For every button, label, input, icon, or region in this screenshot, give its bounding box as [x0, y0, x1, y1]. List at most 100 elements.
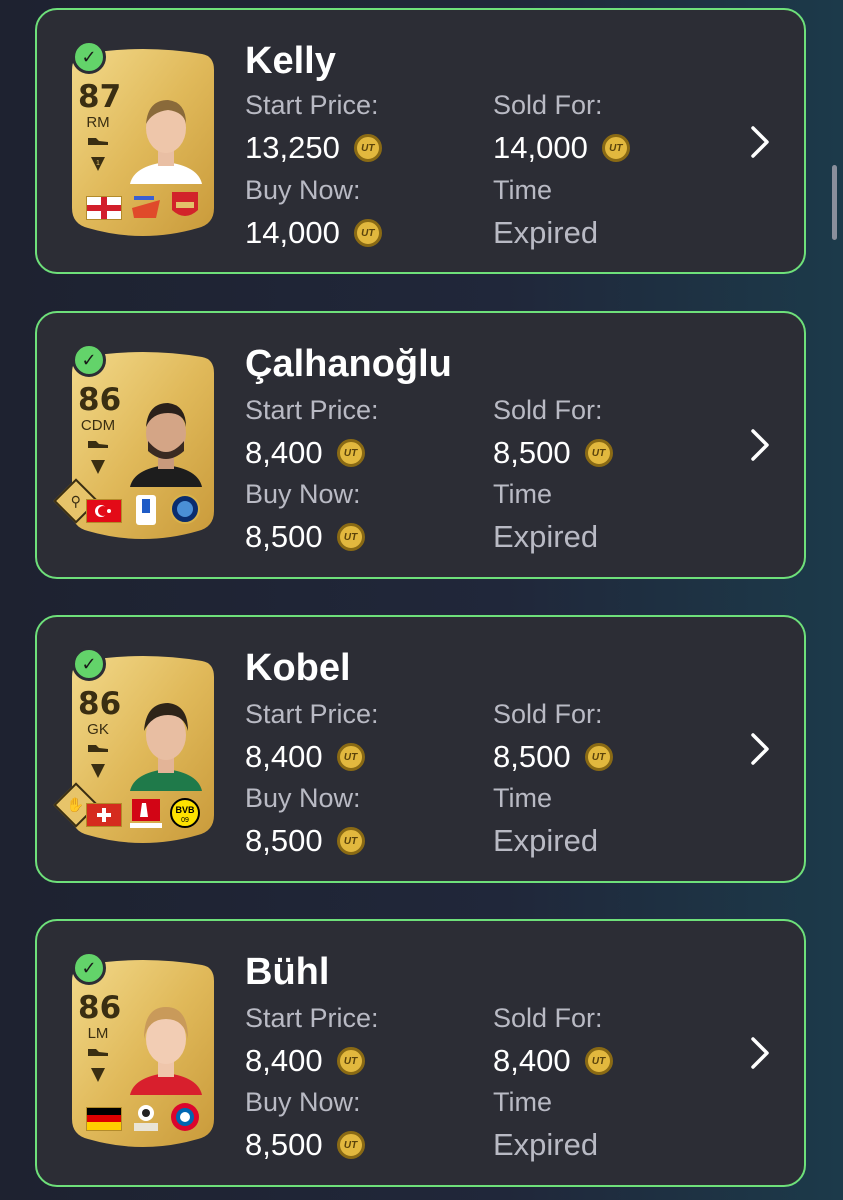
time-value: Expired: [493, 823, 599, 858]
player-rating: 86: [78, 686, 122, 722]
player-card: ✓ 86 CDM ⚲: [53, 343, 214, 543]
sold-for-label: Sold For:: [493, 699, 603, 729]
svg-text:1: 1: [96, 160, 100, 167]
svg-text:09: 09: [181, 817, 189, 824]
buy-now-value: 8,500 UT: [245, 823, 365, 859]
club-badge-icon: [170, 494, 200, 524]
check-icon: ✓: [72, 647, 106, 681]
coin-icon: UT: [336, 1047, 365, 1075]
flag-england-icon: [86, 196, 122, 220]
start-price-value: 8,400 UT: [245, 1043, 365, 1079]
time-label: Time: [493, 1087, 552, 1117]
boot-icon: [88, 1049, 108, 1056]
flag-turkey-icon: [86, 499, 122, 523]
player-name: Bühl: [245, 951, 330, 993]
level-icon: [91, 460, 105, 474]
buy-now-label: Buy Now:: [245, 479, 361, 509]
sold-for-label: Sold For:: [493, 395, 603, 425]
start-price-label: Start Price:: [245, 1003, 379, 1033]
time-label: Time: [493, 479, 552, 509]
chevron-right-icon[interactable]: [749, 1035, 771, 1071]
player-card: ✓ 87 RM 1: [72, 40, 214, 240]
sold-for-value: 8,500 UT: [493, 435, 613, 471]
league-badge-icon: [136, 495, 156, 525]
start-price-value: 13,250 UT: [245, 130, 382, 166]
flag-switzerland-icon: [86, 803, 122, 827]
club-badge-icon: [172, 192, 198, 216]
player-card: ✓ 86 GK ✋ BVB 09: [53, 647, 214, 847]
club-badge-icon: [171, 1103, 199, 1131]
player-position: RM: [86, 114, 110, 131]
level-icon: 1: [91, 157, 105, 171]
start-price-value: 8,400 UT: [245, 435, 365, 471]
chevron-right-icon[interactable]: [749, 731, 771, 767]
league-badge-icon: [130, 799, 162, 828]
player-card: ✓ 86 LM: [72, 951, 214, 1151]
player-name: Kelly: [245, 40, 336, 82]
player-rating: 87: [78, 79, 122, 115]
time-value: Expired: [493, 519, 599, 554]
player-portrait: [124, 387, 208, 487]
coin-icon: UT: [584, 1047, 613, 1075]
player-name: Kobel: [245, 647, 351, 689]
league-badge-icon: [132, 196, 160, 218]
chevron-right-icon[interactable]: [749, 427, 771, 463]
sold-for-value: 8,500 UT: [493, 739, 613, 775]
player-position: GK: [87, 721, 109, 738]
boot-icon: [88, 441, 108, 448]
chevron-right-icon[interactable]: [749, 124, 771, 160]
check-icon: ✓: [72, 40, 106, 74]
start-price-label: Start Price:: [245, 699, 379, 729]
start-price-label: Start Price:: [245, 395, 379, 425]
start-price-label: Start Price:: [245, 90, 379, 120]
player-rating: 86: [78, 382, 122, 418]
player-name: Çalhanoğlu: [245, 343, 452, 385]
buy-now-label: Buy Now:: [245, 175, 361, 205]
buy-now-value: 8,500 UT: [245, 1127, 365, 1163]
coin-icon: UT: [336, 1131, 365, 1159]
club-badge-icon: BVB 09: [170, 798, 200, 828]
svg-text:BVB: BVB: [175, 805, 195, 815]
buy-now-value: 14,000 UT: [245, 215, 382, 251]
boot-icon: [88, 138, 108, 145]
player-portrait: [124, 691, 208, 791]
league-badge-icon: [134, 1105, 158, 1131]
coin-icon: UT: [584, 439, 613, 467]
time-value: Expired: [493, 215, 599, 250]
player-rating: 86: [78, 990, 122, 1026]
player-position: CDM: [80, 417, 116, 434]
check-icon: ✓: [72, 343, 106, 377]
coin-icon: UT: [336, 523, 365, 551]
coin-icon: UT: [353, 134, 382, 162]
coin-icon: UT: [584, 743, 613, 771]
buy-now-value: 8,500 UT: [245, 519, 365, 555]
transfer-list-item[interactable]: ✓ 86 GK ✋ BVB 09 Kobel Start Price: 8,400…: [35, 615, 806, 883]
coin-icon: UT: [336, 439, 365, 467]
boot-icon: [88, 745, 108, 752]
level-icon: [91, 1068, 105, 1082]
coin-icon: UT: [353, 219, 382, 247]
flag-germany-icon: [86, 1107, 122, 1131]
coin-icon: UT: [336, 827, 365, 855]
time-label: Time: [493, 783, 552, 813]
transfer-list-item[interactable]: ✓ 86 CDM ⚲ Çalhanoğlu Start Price: 8,400…: [35, 311, 806, 579]
sold-for-label: Sold For:: [493, 90, 603, 120]
buy-now-label: Buy Now:: [245, 783, 361, 813]
transfer-list-item[interactable]: ✓ 87 RM 1 Kelly Start Price: 13,250 UT Bu…: [35, 8, 806, 274]
buy-now-label: Buy Now:: [245, 1087, 361, 1117]
transfer-list-item[interactable]: ✓ 86 LM Bühl Start Price: 8,400 UT Buy No…: [35, 919, 806, 1187]
check-icon: ✓: [72, 951, 106, 985]
scrollbar[interactable]: [832, 165, 837, 240]
sold-for-value: 14,000 UT: [493, 130, 630, 166]
coin-icon: UT: [601, 134, 630, 162]
coin-icon: UT: [336, 743, 365, 771]
sold-for-value: 8,400 UT: [493, 1043, 613, 1079]
start-price-value: 8,400 UT: [245, 739, 365, 775]
level-icon: [91, 764, 105, 778]
player-position: LM: [87, 1025, 109, 1042]
time-value: Expired: [493, 1127, 599, 1162]
sold-for-label: Sold For:: [493, 1003, 603, 1033]
player-portrait: [124, 995, 208, 1095]
time-label: Time: [493, 175, 552, 205]
player-portrait: [124, 84, 208, 184]
